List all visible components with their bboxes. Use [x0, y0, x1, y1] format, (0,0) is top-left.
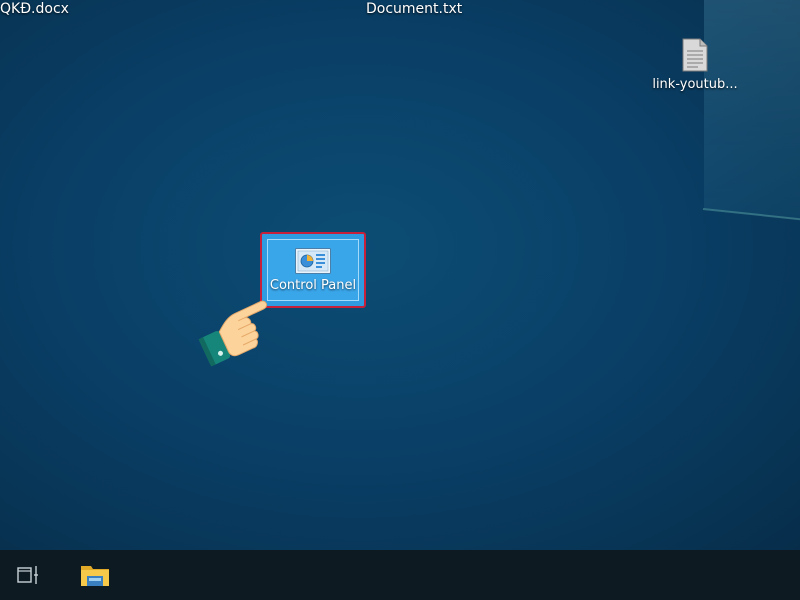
desktop-file-label: Document.txt: [366, 1, 463, 17]
desktop-file-label: QKĐ.docx: [0, 1, 69, 17]
file-explorer-button[interactable]: [70, 550, 120, 600]
pointing-hand-icon: [198, 300, 268, 367]
desktop-file-link-youtube[interactable]: link-youtub...: [650, 38, 740, 92]
control-panel-icon: [295, 248, 331, 274]
desktop-file-document-txt[interactable]: Document.txt: [366, 0, 462, 18]
file-explorer-icon: [81, 566, 109, 586]
control-panel-selection: Control Panel: [267, 239, 359, 301]
text-file-icon: [682, 38, 708, 72]
task-view-button[interactable]: [3, 550, 53, 600]
taskbar: [0, 550, 800, 600]
desktop-file-label: link-youtub...: [652, 77, 738, 92]
control-panel-label: Control Panel: [269, 278, 357, 293]
desktop[interactable]: QKĐ.docx Document.txt link-youtub... Con…: [0, 0, 800, 550]
wallpaper-light: [704, 0, 800, 220]
task-view-icon: [17, 566, 38, 584]
desktop-file-qkd-docx[interactable]: QKĐ.docx: [0, 0, 69, 18]
